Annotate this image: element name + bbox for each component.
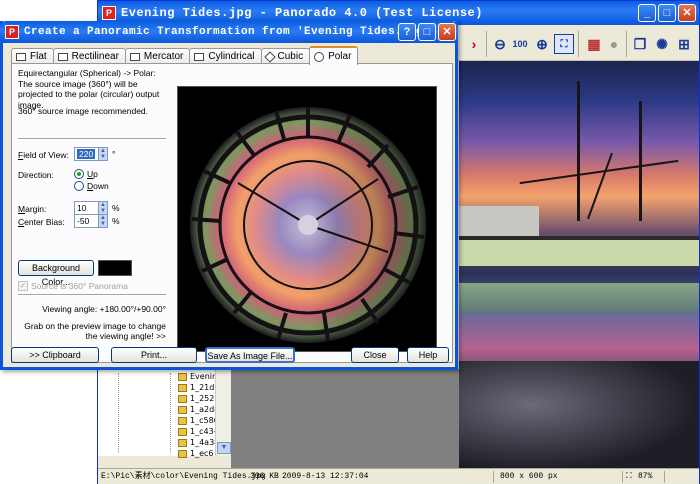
windows-icon[interactable]: ❐	[630, 34, 650, 54]
print-button[interactable]: Print...	[111, 347, 197, 363]
status-size: 306 KB	[250, 472, 279, 481]
tab-mercator[interactable]: Mercator	[124, 48, 191, 64]
tab-flat[interactable]: Flat	[11, 48, 54, 64]
image-file-icon	[178, 438, 187, 447]
status-date: 2009-8-13 12:37:04	[282, 472, 369, 481]
tree-item[interactable]: 1_c43-	[178, 426, 217, 437]
status-bar: E:\Pic\素材\color\Evening Tides.jpg 306 KB…	[98, 468, 699, 484]
image-file-icon	[178, 394, 187, 403]
polar-preview-graphic	[190, 107, 426, 343]
zoom-in-icon[interactable]: ⊕	[532, 34, 552, 54]
tree-item[interactable]: 1_252c	[178, 393, 219, 404]
maximize-button[interactable]: □	[658, 4, 676, 22]
tree-item[interactable]: 1_21d8	[178, 382, 219, 393]
main-window-title: Evening Tides.jpg - Panorado 4.0 (Test L…	[121, 6, 483, 20]
fit-icon: ⛶	[626, 472, 632, 481]
tree-scrollbar[interactable]: ▼	[215, 369, 231, 456]
zoom-out-icon[interactable]: ⊖	[490, 34, 510, 54]
panorama-icon[interactable]: ▦	[584, 34, 604, 54]
flat-icon	[16, 52, 26, 61]
tab-polar[interactable]: Polar	[309, 46, 359, 65]
close-button[interactable]: Close	[351, 347, 399, 363]
viewing-angle-text: Viewing angle: +180.00°/+90.00°	[42, 304, 166, 314]
pan-slider-icon[interactable]: ●	[604, 34, 624, 54]
direction-label: Direction:	[18, 170, 54, 180]
direction-up-radio[interactable]: Up	[74, 169, 98, 179]
scroll-down-icon[interactable]: ▼	[217, 442, 231, 454]
divider	[18, 138, 166, 140]
dialog-title: Create a Panoramic Transformation from '…	[24, 26, 431, 38]
image-file-icon	[178, 427, 187, 436]
gray-panel	[231, 369, 459, 471]
source-360-checkbox: ✓ Source is 360° Panorama	[18, 281, 128, 291]
panorado-app-icon: P	[102, 6, 116, 20]
viewing-angle-hint: Grab on the preview image to change the …	[24, 321, 166, 341]
background-color-swatch[interactable]	[98, 260, 132, 276]
main-image-view[interactable]	[459, 61, 699, 471]
clipboard-button[interactable]: >> Clipboard	[11, 347, 99, 363]
recommendation-text: 360° source image recommended.	[18, 106, 149, 116]
dialog-help-button[interactable]: ?	[398, 23, 416, 41]
tab-cubic[interactable]: Cubic	[260, 48, 311, 64]
close-button[interactable]: ✕	[678, 4, 696, 22]
dialog-title-bar[interactable]: P Create a Panoramic Transformation from…	[0, 21, 458, 43]
dialog-maximize-button[interactable]: □	[418, 23, 436, 41]
image-file-icon	[178, 383, 187, 392]
margin-stepper[interactable]: ▲ ▼	[98, 201, 108, 215]
divider	[18, 294, 166, 296]
background-color-button[interactable]: Background Color...	[18, 260, 94, 287]
percent-unit: %	[112, 216, 120, 226]
polar-preview-image[interactable]	[177, 86, 437, 352]
fit-screen-icon[interactable]: ⛶	[554, 34, 574, 54]
zoom-100-icon[interactable]: 100	[510, 34, 530, 54]
cubic-icon	[263, 50, 276, 63]
tree-item[interactable]: 1_a2d8	[178, 404, 219, 415]
image-file-icon	[178, 405, 187, 414]
status-zoom: 87%	[638, 472, 653, 481]
percent-unit: %	[112, 203, 120, 213]
tab-rectilinear[interactable]: Rectilinear	[52, 48, 126, 64]
projection-tabs: Flat Rectilinear Mercator Cylindrical Cu…	[11, 46, 359, 65]
file-tree: Evenin 1_21d8 1_252c 1_a2d8 1_c586 1_c43…	[98, 369, 231, 459]
direction-down-radio[interactable]: Down	[74, 181, 109, 191]
tree-item[interactable]: 1_4a38	[178, 437, 219, 448]
degree-unit: °	[112, 149, 116, 159]
tree-item[interactable]: Evenin	[178, 371, 217, 382]
polar-icon	[314, 51, 325, 62]
field-of-view-stepper[interactable]: ▲ ▼	[98, 147, 108, 161]
status-dimensions: 800 x 600 px	[500, 472, 558, 481]
projection-description: Equirectangular (Spherical) -> Polar: Th…	[18, 68, 160, 110]
center-bias-label: Center Bias:	[18, 217, 65, 227]
help-button[interactable]: Help	[407, 347, 449, 363]
settings-icon[interactable]: ✺	[652, 34, 672, 54]
image-file-icon	[178, 449, 187, 458]
tree-item[interactable]: 1_c586	[178, 415, 219, 426]
field-of-view-label: Field of View:	[18, 150, 69, 160]
polar-tab-panel: Equirectangular (Spherical) -> Polar: Th…	[11, 63, 453, 363]
panoramic-transformation-dialog: P Create a Panoramic Transformation from…	[0, 21, 458, 370]
center-bias-stepper[interactable]: ▲ ▼	[98, 214, 108, 228]
minimize-button[interactable]: _	[638, 4, 656, 22]
status-path: E:\Pic\素材\color\Evening Tides.jpg	[101, 472, 266, 481]
image-file-icon	[178, 416, 187, 425]
cylindrical-icon	[194, 52, 205, 61]
next-arrow-icon[interactable]: ›	[464, 34, 484, 54]
image-file-icon	[178, 372, 187, 381]
margin-label: Margin:	[18, 204, 47, 214]
rectilinear-icon	[57, 52, 68, 61]
tab-cylindrical[interactable]: Cylindrical	[189, 48, 262, 64]
dialog-close-button[interactable]: ✕	[438, 23, 456, 41]
grid-icon[interactable]: ⊞	[674, 34, 694, 54]
save-as-image-button[interactable]: Save As Image File...	[205, 347, 295, 363]
panorado-app-icon: P	[5, 25, 19, 39]
mercator-icon	[129, 52, 140, 61]
tree-item[interactable]: 1_ec6	[178, 448, 214, 459]
